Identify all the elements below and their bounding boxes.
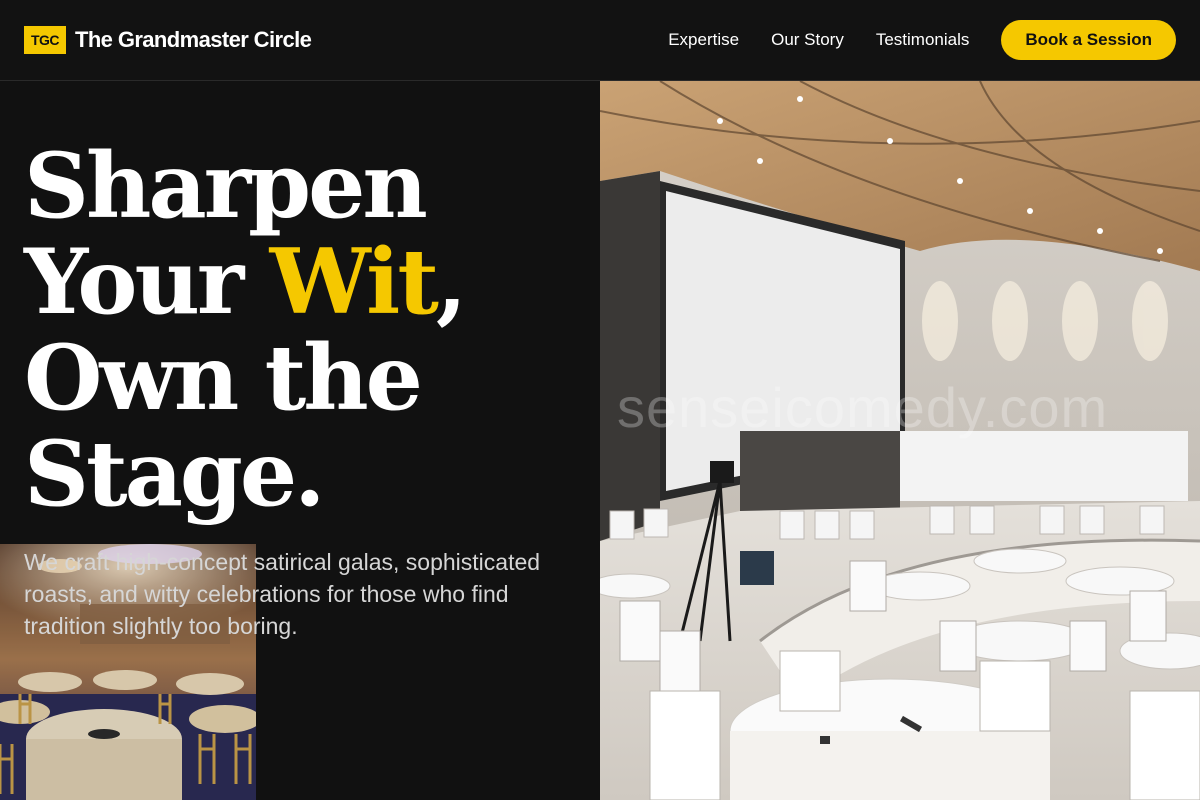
hero-subtitle: We craft high-concept satirical galas, s… (24, 549, 541, 639)
book-session-button[interactable]: Book a Session (1001, 20, 1176, 60)
hero-title-line-3: Own the (24, 325, 423, 431)
brand-name: The Grandmaster Circle (75, 27, 312, 52)
conference-hall-photo (600, 81, 1200, 800)
nav-link-testimonials[interactable]: Testimonials (876, 30, 970, 50)
hero-title: Sharpen Your Wit, Own the Stage. (24, 138, 584, 522)
watermark-text: senseicomedy.com (617, 376, 1109, 439)
brand-logo[interactable]: TGC The Grandmaster Circle (24, 26, 312, 54)
main-nav: Expertise Our Story Testimonials Book a … (668, 20, 1176, 60)
hero-title-line-2-pre: Your (24, 229, 270, 335)
logo-badge: TGC (24, 26, 66, 54)
hero-title-line-1: Sharpen (24, 133, 428, 239)
page: TGC The Grandmaster Circle Expertise Our… (0, 0, 1200, 800)
nav-link-expertise[interactable]: Expertise (668, 30, 739, 50)
hero-title-accent: Wit (269, 229, 439, 335)
hero-title-line-2-post: , (435, 229, 467, 335)
site-header: TGC The Grandmaster Circle Expertise Our… (0, 0, 1200, 81)
hero-title-line-4: Stage. (24, 421, 325, 527)
nav-link-our-story[interactable]: Our Story (771, 30, 844, 50)
